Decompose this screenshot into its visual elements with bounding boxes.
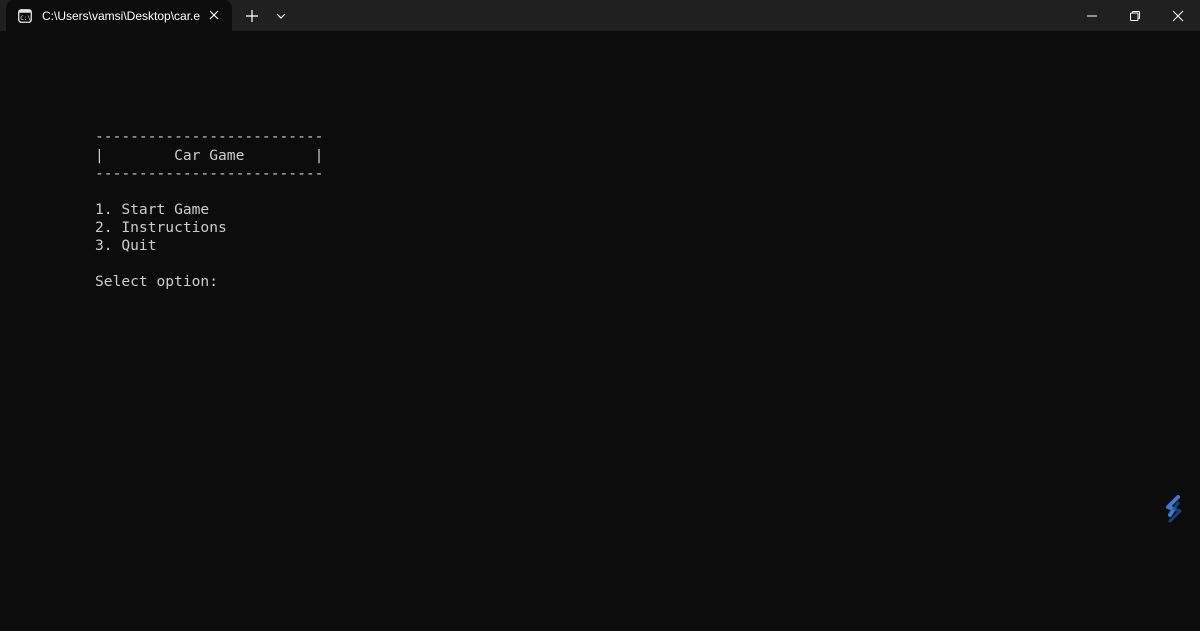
chevron-down-icon: [276, 13, 286, 19]
tab-dropdown-button[interactable]: [272, 6, 290, 26]
close-icon: [1172, 10, 1184, 22]
restore-icon: [1130, 11, 1140, 21]
banner-border-top: --------------------------: [95, 128, 324, 145]
menu-option-quit: 3. Quit: [95, 237, 157, 254]
minimize-button[interactable]: [1069, 0, 1115, 31]
minimize-icon: [1087, 15, 1097, 17]
close-window-button[interactable]: [1155, 0, 1200, 31]
svg-text:C:\: C:\: [20, 15, 31, 22]
menu-option-start-game: 1. Start Game: [95, 201, 210, 218]
new-tab-button[interactable]: [242, 6, 262, 26]
active-tab[interactable]: C:\ C:\Users\vamsi\Desktop\car.e: [6, 0, 232, 31]
menu-option-instructions: 2. Instructions: [95, 219, 227, 236]
title-bar[interactable]: C:\ C:\Users\vamsi\Desktop\car.e: [0, 0, 1200, 31]
banner-title: | Car Game |: [95, 147, 324, 164]
terminal-icon: C:\: [18, 8, 32, 23]
plus-icon: [246, 10, 258, 22]
banner-border-bottom: --------------------------: [95, 165, 324, 182]
floating-widget-icon[interactable]: [1160, 493, 1188, 525]
close-icon[interactable]: [206, 7, 222, 23]
input-prompt: Select option:: [95, 273, 219, 290]
terminal-window: C:\ C:\Users\vamsi\Desktop\car.e -------…: [0, 0, 1200, 631]
console-output[interactable]: -------------------------- | Car Game | …: [0, 31, 1200, 631]
tab-title: C:\Users\vamsi\Desktop\car.e: [42, 9, 201, 23]
restore-button[interactable]: [1112, 0, 1158, 31]
